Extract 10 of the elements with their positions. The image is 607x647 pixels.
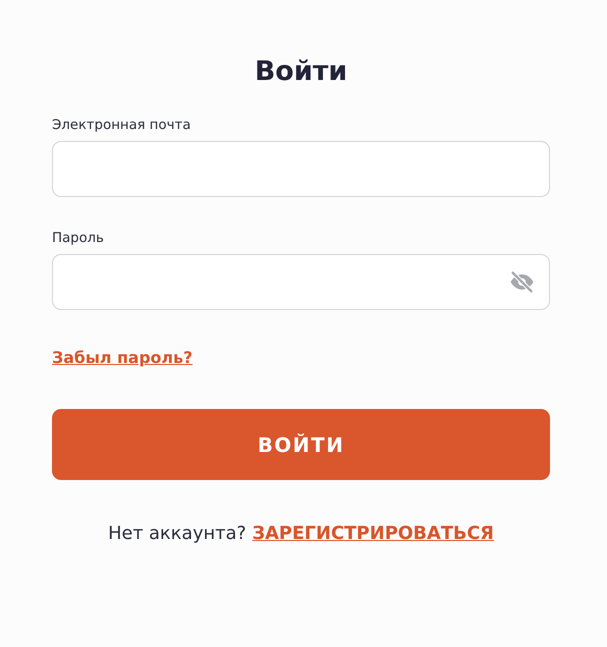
field-label: Электронная почта: [52, 116, 192, 134]
eye-slash-icon[interactable]: [509, 269, 535, 295]
register-link[interactable]: ЗАРЕГИСТРИРОВАТЬСЯ: [252, 522, 494, 546]
password-field[interactable]: [52, 254, 550, 310]
forgot-password-link[interactable]: Забыл пароль?: [52, 348, 193, 368]
form-title: Войти: [254, 55, 348, 89]
signup-prompt: Нет аккаунта?: [108, 522, 246, 546]
field-label: Пароль: [52, 229, 105, 247]
login-button[interactable]: ВОЙТИ: [52, 409, 550, 480]
email-field[interactable]: [52, 141, 550, 197]
